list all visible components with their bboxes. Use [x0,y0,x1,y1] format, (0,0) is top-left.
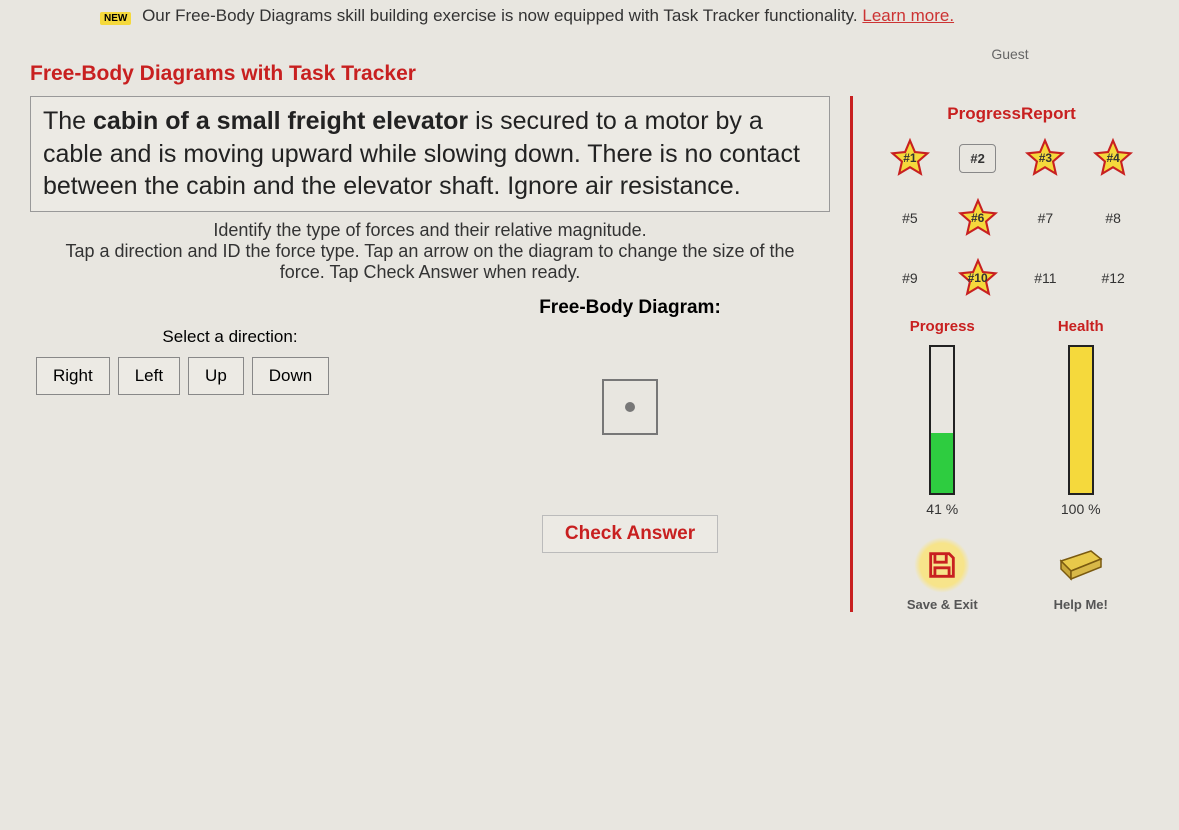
instructions-line1: Identify the type of forces and their re… [50,220,810,241]
progress-item[interactable]: #3 [1021,138,1069,178]
health-bar [1068,345,1094,495]
fbd-title: Free-Body Diagram: [430,297,830,319]
help-me-button[interactable]: Help Me! [1026,537,1136,612]
progress-report-title: ProgressReport [873,104,1150,124]
progress-item[interactable]: #9 [886,258,934,298]
progress-item-label: #1 [903,151,916,165]
progress-item[interactable]: #7 [1021,198,1069,238]
direction-right-button[interactable]: Right [36,357,110,395]
user-label: Guest [910,46,1110,62]
help-me-label: Help Me! [1026,597,1136,612]
save-icon [914,537,970,593]
instructions: Identify the type of forces and their re… [30,220,830,283]
progress-item[interactable]: #1 [886,138,934,178]
progress-item-label: #8 [1105,210,1121,226]
health-meter: Health 100 % [1026,318,1136,517]
learn-more-link[interactable]: Learn more. [862,6,954,25]
progress-bar [929,345,955,495]
problem-statement: The cabin of a small freight elevator is… [30,96,830,212]
save-exit-button[interactable]: Save & Exit [887,537,997,612]
instructions-line2: Tap a direction and ID the force type. T… [50,241,810,283]
sidebar: Guest ProgressReport #1#2#3#4#5#6#7#8#9#… [850,96,1150,612]
progress-item[interactable]: #8 [1089,198,1137,238]
progress-item[interactable]: #5 [886,198,934,238]
save-exit-label: Save & Exit [887,597,997,612]
progress-item[interactable]: #2 [954,138,1002,178]
direction-buttons: Right Left Up Down [30,357,430,395]
progress-item-label: #3 [1039,151,1052,165]
progress-item[interactable]: #4 [1089,138,1137,178]
progress-value: 41 % [887,501,997,517]
direction-down-button[interactable]: Down [252,357,329,395]
progress-item[interactable]: #6 [954,198,1002,238]
progress-item-label: #11 [1034,270,1056,286]
health-value: 100 % [1026,501,1136,517]
progress-item-label: #9 [902,270,918,286]
new-badge: NEW [100,12,131,25]
fbd-object-dot [625,402,635,412]
progress-bar-fill [931,433,953,493]
main-panel: The cabin of a small freight elevator is… [0,96,830,612]
banner-text: Our Free-Body Diagrams skill building ex… [142,6,858,25]
book-icon [1053,537,1109,593]
progress-item[interactable]: #12 [1089,258,1137,298]
progress-item[interactable]: #11 [1021,258,1069,298]
direction-up-button[interactable]: Up [188,357,244,395]
announcement-banner: NEW Our Free-Body Diagrams skill buildin… [0,0,1179,32]
check-answer-button[interactable]: Check Answer [542,515,718,553]
progress-item-label: #5 [902,210,918,226]
progress-meter-title: Progress [887,318,997,335]
progress-item-label: #7 [1038,210,1054,226]
problem-bold: cabin of a small freight elevator [93,107,468,135]
health-bar-fill [1070,347,1092,493]
progress-item-label: #4 [1106,151,1119,165]
progress-item-label: #12 [1101,270,1124,286]
problem-pre: The [43,107,93,135]
select-direction-label: Select a direction: [30,327,430,347]
progress-report-grid: #1 #2 #3 #4 #5 #6 #7 #8 #9 #10 #11 #12 [873,138,1150,314]
progress-item[interactable]: #10 [954,258,1002,298]
progress-item-current: #2 [959,144,995,173]
progress-item-label: #10 [968,271,988,285]
page-title: Free-Body Diagrams with Task Tracker [0,32,1179,96]
progress-item-label: #6 [971,211,984,225]
progress-meter: Progress 41 % [887,318,997,517]
health-meter-title: Health [1026,318,1136,335]
fbd-canvas[interactable] [602,379,658,435]
direction-left-button[interactable]: Left [118,357,180,395]
